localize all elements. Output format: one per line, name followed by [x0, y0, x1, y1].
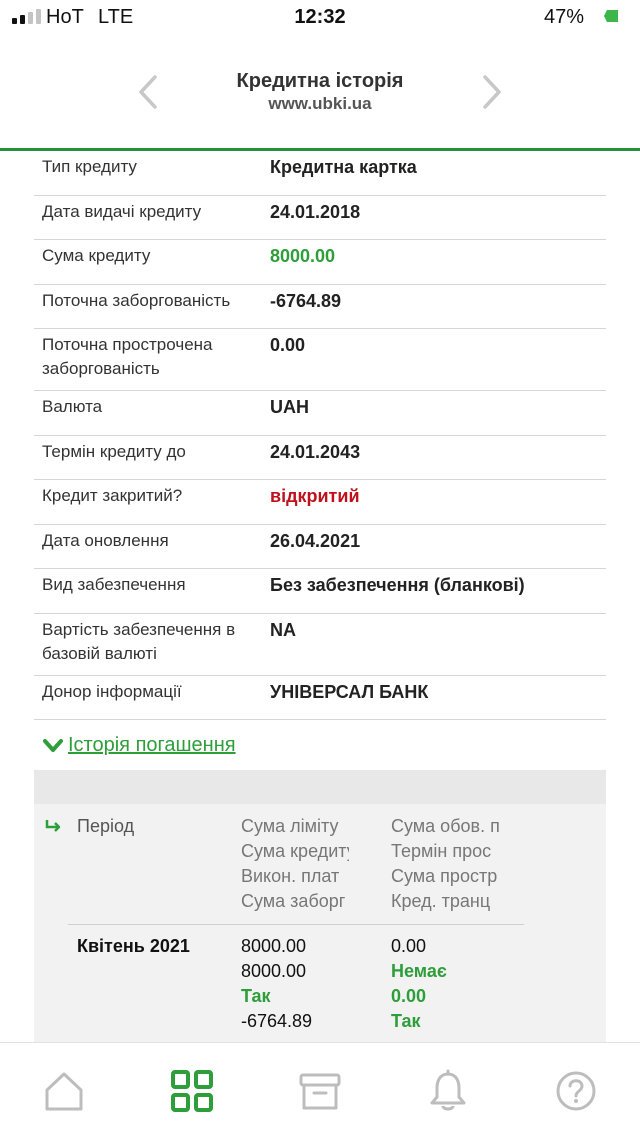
history-column-a-headers: Сума ліміту Сума кредиту Викон. плат Сум… [241, 814, 349, 914]
detail-value: 24.01.2043 [270, 441, 361, 462]
detail-label: Поточна заборгованість [42, 290, 231, 310]
detail-label: Вид забезпечення [42, 575, 186, 594]
column-header: Сума простр [391, 866, 498, 886]
header: Кредитна історія www.ubki.ua [0, 44, 640, 152]
history-divider [68, 924, 524, 925]
detail-value: 26.04.2021 [270, 530, 361, 551]
column-header: Сума обов. п [391, 816, 499, 836]
next-button[interactable] [478, 72, 506, 112]
column-header: Термін прос [391, 841, 492, 861]
status-bar: HoT LTE 12:32 47% [0, 0, 640, 36]
detail-row-term-until: Термін кредиту до 24.01.2043 [34, 436, 606, 480]
page-title: Кредитна історія [236, 70, 404, 92]
detail-label: Дата оновлення [42, 530, 169, 550]
history-cell: 0.00 [391, 986, 427, 1006]
battery-icon [604, 10, 618, 22]
chevron-down-icon [43, 738, 63, 752]
bottom-tab-bar [0, 1042, 640, 1140]
column-header: Сума заборг [241, 891, 346, 911]
history-cell: -6764.89 [241, 1011, 313, 1031]
page-subtitle: www.ubki.ua [268, 94, 372, 113]
home-icon [45, 1072, 83, 1111]
history-column-b-headers: Сума обов. п Термін прос Сума простр Кре… [391, 814, 499, 914]
history-period-header: Період [77, 814, 134, 839]
detail-label: Вартість забезпечення в базовій валюті [42, 619, 236, 663]
column-header: Викон. плат [241, 866, 340, 886]
detail-label: Валюта [42, 397, 103, 416]
history-cell: Так [391, 1011, 421, 1031]
detail-label: Тип кредиту [42, 157, 137, 176]
detail-row-currency: Валюта UAH [34, 391, 606, 436]
repayment-history-label: Історія погашення [68, 734, 236, 756]
detail-value: NA [270, 619, 296, 640]
tab-help[interactable] [554, 1069, 598, 1113]
archive-icon [299, 1073, 341, 1110]
repayment-history-link[interactable]: Історія погашення [42, 734, 236, 757]
chevron-right-icon [483, 75, 501, 109]
detail-value: відкритий [270, 486, 360, 506]
credit-details-table: Тип кредиту Кредитна картка Дата видачі … [34, 151, 606, 720]
detail-row-info-donor: Донор інформації УНІВЕРСАЛ БАНК [34, 676, 606, 720]
detail-value: -6764.89 [270, 290, 342, 311]
grid-icon [171, 1070, 213, 1112]
history-row-period: Квітень 2021 [77, 934, 190, 959]
detail-label: Сума кредиту [42, 246, 151, 265]
detail-value: УНІВЕРСАЛ БАНК [270, 681, 429, 702]
bell-icon [430, 1069, 466, 1111]
repayment-history-panel: Період Сума ліміту Сума кредиту Викон. п… [34, 770, 606, 1042]
arrow-return-icon [45, 820, 61, 832]
detail-label: Донор інформації [42, 681, 182, 701]
history-cell: 8000.00 [241, 936, 307, 956]
detail-label: Кредит закритий? [42, 486, 183, 505]
history-cell: Немає [391, 961, 447, 981]
history-row-column-a: 8000.00 8000.00 Так -6764.89 [241, 934, 312, 1034]
detail-row-credit-amount: Сума кредиту 8000.00 [34, 240, 606, 285]
tab-archive[interactable] [298, 1069, 342, 1113]
detail-row-issue-date: Дата видачі кредиту 24.01.2018 [34, 196, 606, 240]
battery-percent: 47% [543, 6, 584, 28]
detail-label: Поточна прострочена заборгованість [42, 335, 213, 378]
detail-row-credit-type: Тип кредиту Кредитна картка [34, 151, 606, 196]
detail-value: UAH [270, 397, 309, 417]
detail-row-overdue-debt: Поточна прострочена заборгованість 0.00 [34, 329, 606, 391]
column-header: Період [77, 816, 135, 836]
tab-notifications[interactable] [426, 1069, 470, 1113]
tab-home[interactable] [42, 1069, 86, 1113]
history-row-column-b: 0.00 Немає 0.00 Так [391, 934, 447, 1034]
column-header: Сума ліміту [241, 816, 339, 836]
column-header: Кред. транц [391, 891, 491, 911]
detail-value: Кредитна картка [270, 157, 417, 177]
history-cell: Так [241, 986, 271, 1006]
detail-row-closed-status: Кредит закритий? відкритий [34, 480, 606, 525]
detail-label: Дата видачі кредиту [42, 201, 202, 221]
detail-value: 0.00 [270, 335, 306, 355]
history-period-value: Квітень 2021 [77, 936, 190, 956]
detail-row-collateral-value: Вартість забезпечення в базовій валюті N… [34, 614, 606, 676]
tab-dashboard[interactable] [170, 1069, 214, 1113]
history-cell: 0.00 [391, 936, 427, 956]
detail-row-update-date: Дата оновлення 26.04.2021 [34, 525, 606, 569]
detail-value: Без забезпечення (бланкові) [270, 575, 525, 595]
detail-label: Термін кредиту до [42, 441, 186, 461]
history-cell: 8000.00 [241, 961, 307, 981]
column-header: Сума кредиту [241, 841, 349, 861]
panel-header-strip [34, 770, 606, 804]
detail-value: 24.01.2018 [270, 201, 361, 222]
detail-row-collateral-type: Вид забезпечення Без забезпечення (бланк… [34, 569, 606, 614]
detail-row-current-debt: Поточна заборгованість -6764.89 [34, 285, 606, 329]
help-icon [556, 1071, 596, 1111]
detail-value: 8000.00 [270, 246, 336, 266]
